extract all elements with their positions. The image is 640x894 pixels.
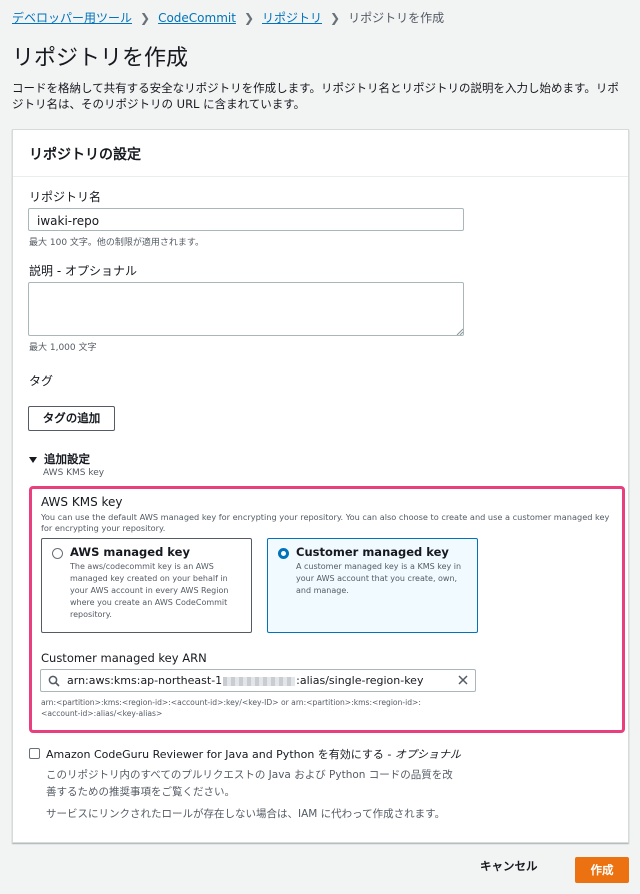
additional-settings-sub: AWS KMS key [43,468,105,478]
aws-managed-key-desc: The aws/codecommit key is an AWS managed… [70,562,229,619]
customer-managed-key-option[interactable]: Customer managed key A customer managed … [267,538,478,633]
codeguru-label-optional: - オプショナル [383,748,461,761]
caret-down-icon [29,456,37,463]
kms-key-title: AWS KMS key [41,495,123,509]
kms-key-section: AWS KMS key You can use the default AWS … [29,486,625,733]
description-hint: 最大 1,000 文字 [29,343,97,353]
customer-managed-key-title: Customer managed key [296,545,449,559]
codeguru-label[interactable]: Amazon CodeGuru Reviewer for Java and Py… [46,746,461,762]
customer-managed-key-radio[interactable] [278,548,289,559]
additional-settings-label: 追加設定 [44,452,90,466]
kms-arn-input[interactable]: arn:aws:kms:ap-northeast-1 :alias/single-… [40,669,476,692]
repo-name-label: リポジトリ名 [29,190,102,204]
codeguru-role-note: サービスにリンクされたロールが存在しない場合は、IAM に代わって作成されます。 [46,808,446,820]
repository-settings-panel: リポジトリの設定 リポジトリ名 iwaki-repo 最大 100 文字。他の制… [12,129,629,843]
cancel-button[interactable]: キャンセル [480,858,538,874]
aws-managed-key-option[interactable]: AWS managed key The aws/codecommit key i… [41,538,252,633]
repo-name-input[interactable]: iwaki-repo [28,208,464,231]
close-icon[interactable] [457,674,469,686]
description-label: 説明 - オプショナル [29,264,137,278]
codeguru-label-main: Amazon CodeGuru Reviewer for Java and Py… [46,748,384,761]
codeguru-checkbox[interactable] [29,748,40,759]
kms-arn-hint: arn:<partition>:kms:<region-id>:<account… [41,697,421,719]
aws-managed-key-title: AWS managed key [70,545,190,559]
breadcrumb-developer-tools[interactable]: デベロッパー用ツール [12,9,132,26]
customer-managed-key-desc: A customer managed key is a KMS key in y… [296,562,462,595]
chevron-right-icon: ❯ [330,10,341,25]
kms-arn-prefix: arn:aws:kms:ap-northeast-1 [67,674,223,687]
resize-handle-icon[interactable] [456,328,463,335]
search-icon [48,675,60,687]
breadcrumb-codecommit[interactable]: CodeCommit [158,11,236,25]
redacted-account-id [223,676,296,686]
breadcrumb-current: リポジトリを作成 [348,11,445,25]
codeguru-desc-line-1: このリポジトリ内のすべてのプルリクエストの Java および Python コー… [46,769,453,781]
add-tag-button[interactable]: タグの追加 [28,406,115,431]
repo-name-hint: 最大 100 文字。他の制限が適用されます。 [29,238,205,248]
breadcrumb: デベロッパー用ツール ❯ CodeCommit ❯ リポジトリ ❯ リポジトリを… [12,9,444,26]
page-title: リポジトリを作成 [12,46,189,71]
breadcrumb-repositories[interactable]: リポジトリ [262,9,322,26]
page-intro: コードを格納して共有する安全なリポジトリを作成します。リポジトリ名とリポジトリの… [12,81,619,111]
kms-arn-hint-line-1: arn:<partition>:kms:<region-id>:<account… [41,698,421,707]
create-button[interactable]: 作成 [575,857,629,883]
codeguru-description: このリポジトリ内のすべてのプルリクエストの Java および Python コー… [46,767,453,801]
chevron-right-icon: ❯ [243,10,254,25]
kms-arn-label: Customer managed key ARN [41,651,207,665]
description-textarea[interactable] [28,282,464,336]
kms-arn-hint-line-2: <account-id>:alias/<key-alias> [41,709,163,718]
chevron-right-icon: ❯ [140,10,151,25]
codeguru-desc-line-2: 善するための推奨事項をご覧ください。 [46,786,235,798]
kms-key-description: You can use the default AWS managed key … [41,512,610,533]
additional-settings-toggle[interactable]: 追加設定 [29,451,90,467]
kms-arn-suffix: :alias/single-region-key [296,674,424,687]
tags-label: タグ [29,374,54,388]
panel-header: リポジトリの設定 [13,130,628,177]
aws-managed-key-radio[interactable] [52,548,63,559]
